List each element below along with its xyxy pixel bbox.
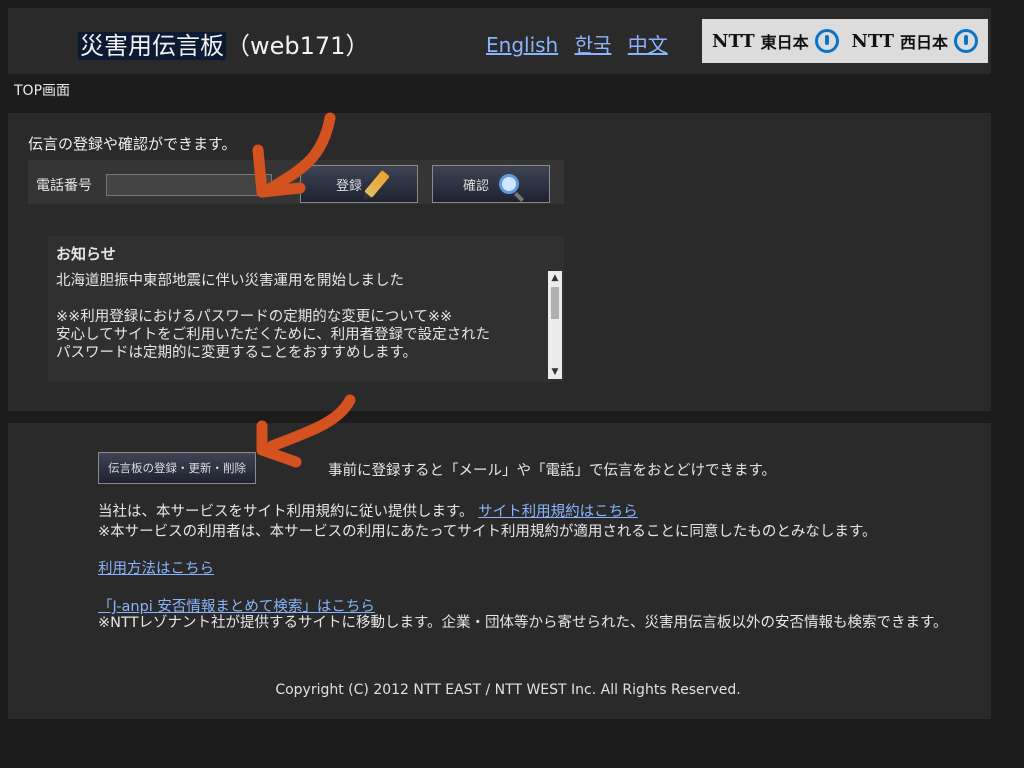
arrow-annotation-2 (266, 394, 356, 452)
arrow-annotation-1 (262, 112, 336, 196)
annotation-arrows (252, 112, 356, 468)
